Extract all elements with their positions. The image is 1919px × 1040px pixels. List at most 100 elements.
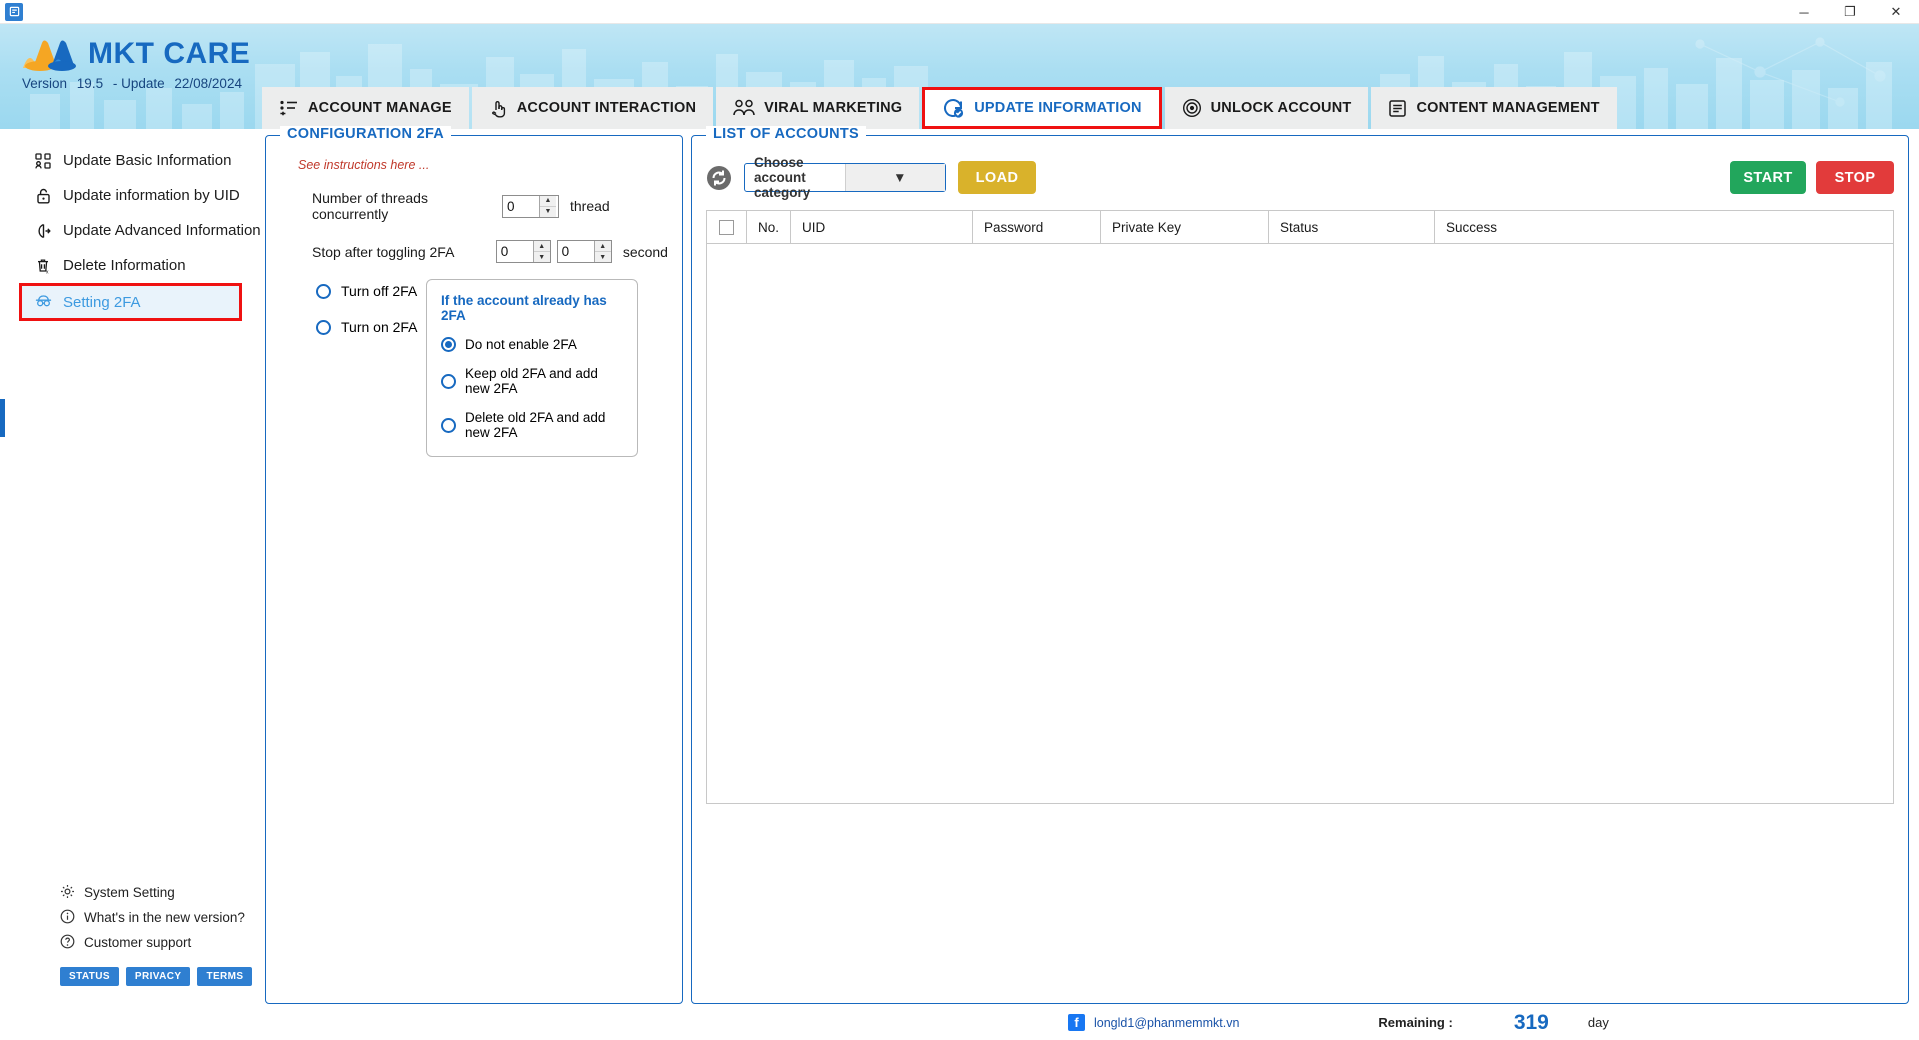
do-not-enable-2fa-option[interactable]: Do not enable 2FA <box>441 337 623 352</box>
accounts-table-header-row: No. UID Password Private Key Status Succ… <box>706 210 1894 244</box>
tab-label: ACCOUNT MANAGE <box>308 100 452 116</box>
tab-label: UPDATE INFORMATION <box>974 100 1142 116</box>
user-email[interactable]: longld1@phanmemmkt.vn <box>1094 1016 1239 1030</box>
tab-update-information[interactable]: UPDATE INFORMATION <box>922 87 1162 129</box>
select-all-header[interactable] <box>706 210 747 244</box>
status-badge[interactable]: STATUS <box>60 967 119 986</box>
existing-2fa-options-box: If the account already has 2FA Do not en… <box>426 279 638 457</box>
chevron-down-icon[interactable]: ▼ <box>844 164 945 191</box>
title-bar: ─ ❐ ✕ <box>0 0 1919 24</box>
refresh-icon[interactable] <box>706 165 732 191</box>
sidebar-item-update-advanced-information[interactable]: Update Advanced Information <box>0 213 261 248</box>
threads-unit: thread <box>570 198 610 214</box>
turn-off-2fa-radio[interactable] <box>316 283 331 299</box>
threads-input[interactable] <box>503 195 539 217</box>
sidebar-item-update-basic-information[interactable]: Update Basic Information <box>0 143 261 178</box>
remaining-value: 319 <box>1513 1010 1549 1034</box>
remaining-day-label: day <box>1587 1015 1609 1030</box>
threads-spin-buttons[interactable]: ▲ ▼ <box>539 195 556 217</box>
threads-stepper[interactable]: ▲ ▼ <box>502 194 559 218</box>
delete-old-2fa-radio[interactable] <box>441 417 456 433</box>
threads-row: Number of threads concurrently ▲ ▼ threa… <box>312 190 668 222</box>
gear-icon <box>60 884 75 902</box>
close-button[interactable]: ✕ <box>1873 0 1919 24</box>
threads-spin-up[interactable]: ▲ <box>540 196 556 207</box>
sidebar-footer: System Setting What's in the new version… <box>0 880 261 1004</box>
version-number: 19.5 <box>76 76 104 91</box>
maximize-button[interactable]: ❐ <box>1827 0 1873 24</box>
account-category-value: Choose account category <box>754 155 811 200</box>
update-label: - Update <box>112 76 165 91</box>
tab-label: VIRAL MARKETING <box>764 100 903 116</box>
customer-support-link[interactable]: Customer support <box>60 930 261 955</box>
select-all-checkbox[interactable] <box>719 219 734 235</box>
tab-content-management[interactable]: CONTENT MANAGEMENT <box>1371 87 1617 129</box>
stop-button[interactable]: STOP <box>1816 161 1894 194</box>
sidebar-item-setting-2fa[interactable]: Setting 2FA <box>19 283 242 321</box>
new-version-link[interactable]: What's in the new version? <box>60 905 261 930</box>
stop-after-row: Stop after toggling 2FA ▲ ▼ ▲ ▼ s <box>312 240 668 263</box>
question-icon <box>60 934 75 952</box>
stop-after-to-spin-down[interactable]: ▼ <box>595 252 611 262</box>
panel-title-accounts: LIST OF ACCOUNTS <box>706 126 867 142</box>
content-area: CONFIGURATION 2FA See instructions here … <box>262 126 1919 1004</box>
stop-after-from-stepper[interactable]: ▲ ▼ <box>495 240 551 263</box>
sidebar-item-label: Delete Information <box>63 257 186 274</box>
sidebar-item-update-information-by-uid[interactable]: Update information by UID <box>0 178 261 213</box>
stop-after-to-stepper[interactable]: ▲ ▼ <box>556 240 612 263</box>
load-button[interactable]: LOAD <box>958 161 1036 194</box>
hand-pointer-icon <box>489 99 508 118</box>
turn-off-2fa-label: Turn off 2FA <box>341 283 418 299</box>
sidebar-item-delete-information[interactable]: x Delete Information <box>0 248 261 283</box>
column-status: Status <box>1268 210 1436 244</box>
tab-label: CONTENT MANAGEMENT <box>1416 100 1600 116</box>
sidebar-item-label: Setting 2FA <box>63 293 141 311</box>
instructions-link[interactable]: See instructions here ... <box>298 158 668 172</box>
tab-account-manage[interactable]: ACCOUNT MANAGE <box>262 87 469 129</box>
version-label: Version <box>22 76 68 91</box>
delete-old-2fa-label: Delete old 2FA and add new 2FA <box>465 410 606 440</box>
do-not-enable-2fa-radio[interactable] <box>441 337 456 352</box>
tab-viral-marketing[interactable]: VIRAL MARKETING <box>716 87 920 129</box>
stop-after-from-spin-down[interactable]: ▼ <box>534 252 550 262</box>
sidebar: Update Basic Information Update informat… <box>0 129 262 1004</box>
sidebar-selection-accent <box>0 399 5 437</box>
system-setting-label: System Setting <box>84 885 175 900</box>
do-not-enable-2fa-label: Do not enable 2FA <box>465 337 577 352</box>
privacy-badge[interactable]: PRIVACY <box>125 967 191 986</box>
terms-badge[interactable]: TERMS <box>197 967 253 986</box>
app-header: MKT CARE Version 19.5 - Update 22/08/202… <box>0 24 1919 129</box>
tab-label: ACCOUNT INTERACTION <box>516 100 697 116</box>
main-body: Update Basic Information Update informat… <box>0 126 1919 1004</box>
account-category-select[interactable]: Choose account category ▼ <box>744 155 946 200</box>
keep-old-2fa-radio[interactable] <box>441 373 456 389</box>
tab-account-interaction[interactable]: ACCOUNT INTERACTION <box>471 87 714 129</box>
stop-after-from-input[interactable] <box>496 241 533 262</box>
system-setting-link[interactable]: System Setting <box>60 880 261 905</box>
tab-unlock-account[interactable]: UNLOCK ACCOUNT <box>1164 87 1369 129</box>
customer-support-label: Customer support <box>84 935 192 950</box>
accounts-table-body[interactable] <box>706 244 1894 804</box>
minimize-button[interactable]: ─ <box>1781 0 1827 24</box>
turn-on-2fa-radio[interactable] <box>316 319 331 335</box>
run-controls: START STOP <box>1730 161 1894 194</box>
remaining-label: Remaining : <box>1378 1015 1453 1030</box>
threads-spin-down[interactable]: ▼ <box>540 207 556 217</box>
delete-old-2fa-option[interactable]: Delete old 2FA and add new 2FA <box>441 410 623 440</box>
stop-after-to-input[interactable] <box>557 241 594 262</box>
keep-old-2fa-option[interactable]: Keep old 2FA and add new 2FA <box>441 366 623 396</box>
column-private-key: Private Key <box>1100 210 1270 244</box>
stop-after-to-spin-buttons[interactable]: ▲ ▼ <box>593 241 611 262</box>
start-button[interactable]: START <box>1730 161 1806 194</box>
accounts-toolbar: Choose account category ▼ LOAD START STO… <box>706 155 1894 200</box>
facebook-icon[interactable]: f <box>1068 1014 1085 1031</box>
spy-icon <box>34 294 52 310</box>
window-controls: ─ ❐ ✕ <box>1781 0 1919 24</box>
main-nav: ACCOUNT MANAGE ACCOUNT INTERACTION VIRAL… <box>262 87 1617 129</box>
stop-after-from-spin-up[interactable]: ▲ <box>533 241 550 252</box>
stop-after-from-spin-buttons[interactable]: ▲ ▼ <box>532 241 550 262</box>
document-icon <box>1388 99 1407 118</box>
brand-block: MKT CARE Version 19.5 - Update 22/08/202… <box>18 34 268 91</box>
stop-after-to-spin-up[interactable]: ▲ <box>594 241 611 252</box>
tab-label: UNLOCK ACCOUNT <box>1210 100 1352 116</box>
